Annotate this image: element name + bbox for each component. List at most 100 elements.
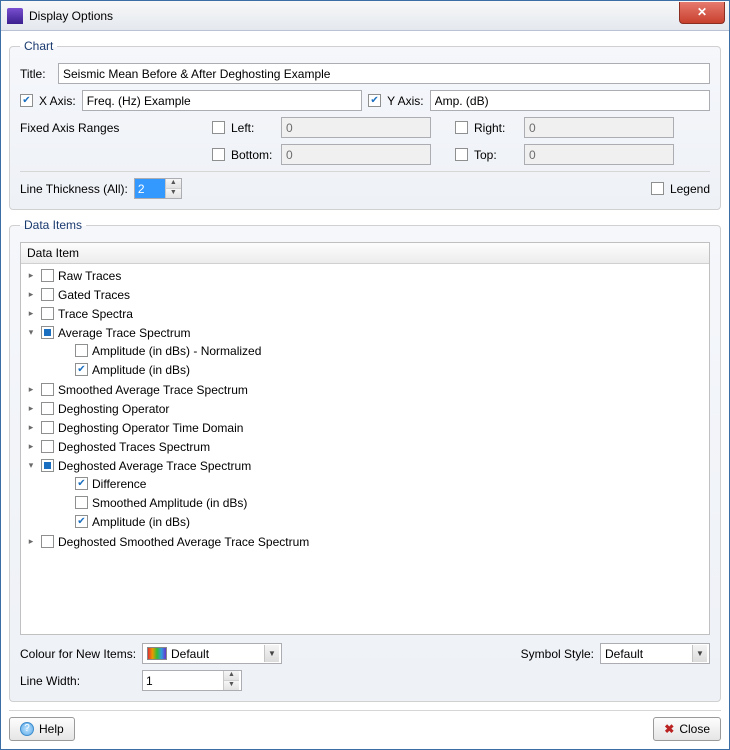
tree-label: Average Trace Spectrum	[58, 326, 191, 340]
chevron-down-icon: ▼	[264, 645, 279, 662]
tree-checkbox[interactable]	[41, 440, 54, 453]
tree-item[interactable]: ▸Trace Spectra	[25, 304, 705, 323]
client-area: Chart Title: X Axis: Y Axis: Fixed Axis …	[1, 31, 729, 749]
close-button[interactable]: ✖ Close	[653, 717, 721, 741]
spinner-buttons[interactable]: ▲▼	[165, 179, 181, 198]
dialog-footer: ? Help ✖ Close	[9, 710, 721, 741]
tree-label: Amplitude (in dBs) - Normalized	[92, 344, 261, 358]
display-options-window: Display Options ✕ Chart Title: X Axis: Y…	[0, 0, 730, 750]
tree-label: Smoothed Average Trace Spectrum	[58, 383, 248, 397]
expand-icon[interactable]: ▸	[25, 422, 37, 434]
tree-item[interactable]: ▸Deghosting Operator Time Domain	[25, 418, 705, 437]
tree-checkbox[interactable]	[41, 535, 54, 548]
colour-combo[interactable]: Default ▼	[142, 643, 282, 664]
tree-item[interactable]: Smoothed Amplitude (in dBs)	[59, 493, 705, 512]
tree-checkbox[interactable]	[75, 496, 88, 509]
tree-checkbox[interactable]	[41, 288, 54, 301]
xaxis-label: X Axis:	[39, 94, 76, 108]
tree-checkbox[interactable]	[41, 402, 54, 415]
tree-item[interactable]: Difference	[59, 474, 705, 493]
close-icon: ✖	[664, 722, 674, 736]
yaxis-checkbox[interactable]	[368, 94, 381, 107]
expand-icon[interactable]: ▸	[25, 308, 37, 320]
expander-spacer	[59, 478, 71, 490]
legend-label: Legend	[670, 182, 710, 196]
collapse-icon[interactable]: ▾	[25, 327, 37, 339]
left-checkbox[interactable]	[212, 121, 225, 134]
bottom-input[interactable]	[281, 144, 431, 165]
yaxis-input[interactable]	[430, 90, 710, 111]
expand-icon[interactable]: ▸	[25, 289, 37, 301]
bottom-checkbox[interactable]	[212, 148, 225, 161]
expand-icon[interactable]: ▸	[25, 441, 37, 453]
tree-checkbox[interactable]	[41, 307, 54, 320]
tree-item[interactable]: Amplitude (in dBs)	[59, 360, 705, 379]
chevron-down-icon[interactable]: ▼	[224, 681, 239, 690]
linewidth-spinner[interactable]: ▲▼	[142, 670, 242, 691]
chart-group: Chart Title: X Axis: Y Axis: Fixed Axis …	[9, 39, 721, 210]
expand-icon[interactable]: ▸	[25, 536, 37, 548]
chevron-up-icon[interactable]: ▲	[224, 671, 239, 681]
window-close-button[interactable]: ✕	[679, 2, 725, 24]
left-input[interactable]	[281, 117, 431, 138]
tree-checkbox[interactable]	[41, 459, 54, 472]
tree-checkbox[interactable]	[75, 477, 88, 490]
xaxis-checkbox[interactable]	[20, 94, 33, 107]
tree-item[interactable]: ▾ Deghosted Average Trace Spectrum Differe…	[25, 456, 705, 532]
titlebar: Display Options ✕	[1, 1, 729, 31]
app-icon	[7, 8, 23, 24]
tree-item[interactable]: ▸Deghosted Traces Spectrum	[25, 437, 705, 456]
expand-icon[interactable]: ▸	[25, 403, 37, 415]
chevron-up-icon[interactable]: ▲	[166, 179, 181, 189]
left-label: Left:	[231, 121, 275, 135]
tree-header: Data Item	[21, 243, 709, 264]
tree-label: Deghosting Operator	[58, 402, 169, 416]
legend-checkbox[interactable]	[651, 182, 664, 195]
tree-checkbox[interactable]	[75, 515, 88, 528]
tree-item[interactable]: ▾ Average Trace Spectrum Amplitude (in dBs…	[25, 323, 705, 380]
tree-label: Deghosted Smoothed Average Trace Spectru…	[58, 535, 309, 549]
tree-item[interactable]: ▸ Deghosted Smoothed Average Trace Spectr…	[25, 532, 705, 551]
help-icon: ?	[20, 722, 34, 736]
symbol-label: Symbol Style:	[521, 647, 594, 661]
top-checkbox[interactable]	[455, 148, 468, 161]
tree-label: Difference	[92, 477, 146, 491]
xaxis-input[interactable]	[82, 90, 362, 111]
data-items-group: Data Items Data Item ▸Raw Traces▸Gated T…	[9, 218, 721, 702]
tree-item[interactable]: Amplitude (in dBs) - Normalized	[59, 341, 705, 360]
colour-value: Default	[171, 647, 209, 661]
expand-icon[interactable]: ▸	[25, 384, 37, 396]
tree-checkbox[interactable]	[41, 383, 54, 396]
colour-label: Colour for New Items:	[20, 647, 136, 661]
title-input[interactable]	[58, 63, 710, 84]
top-input[interactable]	[524, 144, 674, 165]
linewidth-input[interactable]	[143, 671, 223, 690]
line-thickness-input[interactable]	[135, 179, 165, 198]
expand-icon[interactable]: ▸	[25, 270, 37, 282]
tree-label: Deghosted Average Trace Spectrum	[58, 459, 251, 473]
tree-checkbox[interactable]	[41, 421, 54, 434]
chevron-down-icon: ▼	[692, 645, 707, 662]
linewidth-label: Line Width:	[20, 674, 136, 688]
tree-item[interactable]: ▸ Gated Traces	[25, 285, 705, 304]
tree-item[interactable]: ▸ Deghosting Operator	[25, 399, 705, 418]
data-items-tree[interactable]: Data Item ▸Raw Traces▸Gated Traces▸Trace…	[20, 242, 710, 635]
tree-item[interactable]: ▸Raw Traces	[25, 266, 705, 285]
tree-checkbox[interactable]	[75, 344, 88, 357]
window-title: Display Options	[29, 9, 679, 23]
tree-checkbox[interactable]	[41, 326, 54, 339]
chevron-down-icon[interactable]: ▼	[166, 189, 181, 198]
right-input[interactable]	[524, 117, 674, 138]
tree-item[interactable]: ▸ Smoothed Average Trace Spectrum	[25, 380, 705, 399]
tree-checkbox[interactable]	[75, 363, 88, 376]
spinner-buttons[interactable]: ▲▼	[223, 671, 239, 690]
tree-checkbox[interactable]	[41, 269, 54, 282]
help-button[interactable]: ? Help	[9, 717, 75, 741]
symbol-combo[interactable]: Default ▼	[600, 643, 710, 664]
line-thickness-spinner[interactable]: ▲▼	[134, 178, 182, 199]
expander-spacer	[59, 345, 71, 357]
tree-item[interactable]: Amplitude (in dBs)	[59, 512, 705, 531]
tree-label: Gated Traces	[58, 288, 130, 302]
collapse-icon[interactable]: ▾	[25, 460, 37, 472]
right-checkbox[interactable]	[455, 121, 468, 134]
